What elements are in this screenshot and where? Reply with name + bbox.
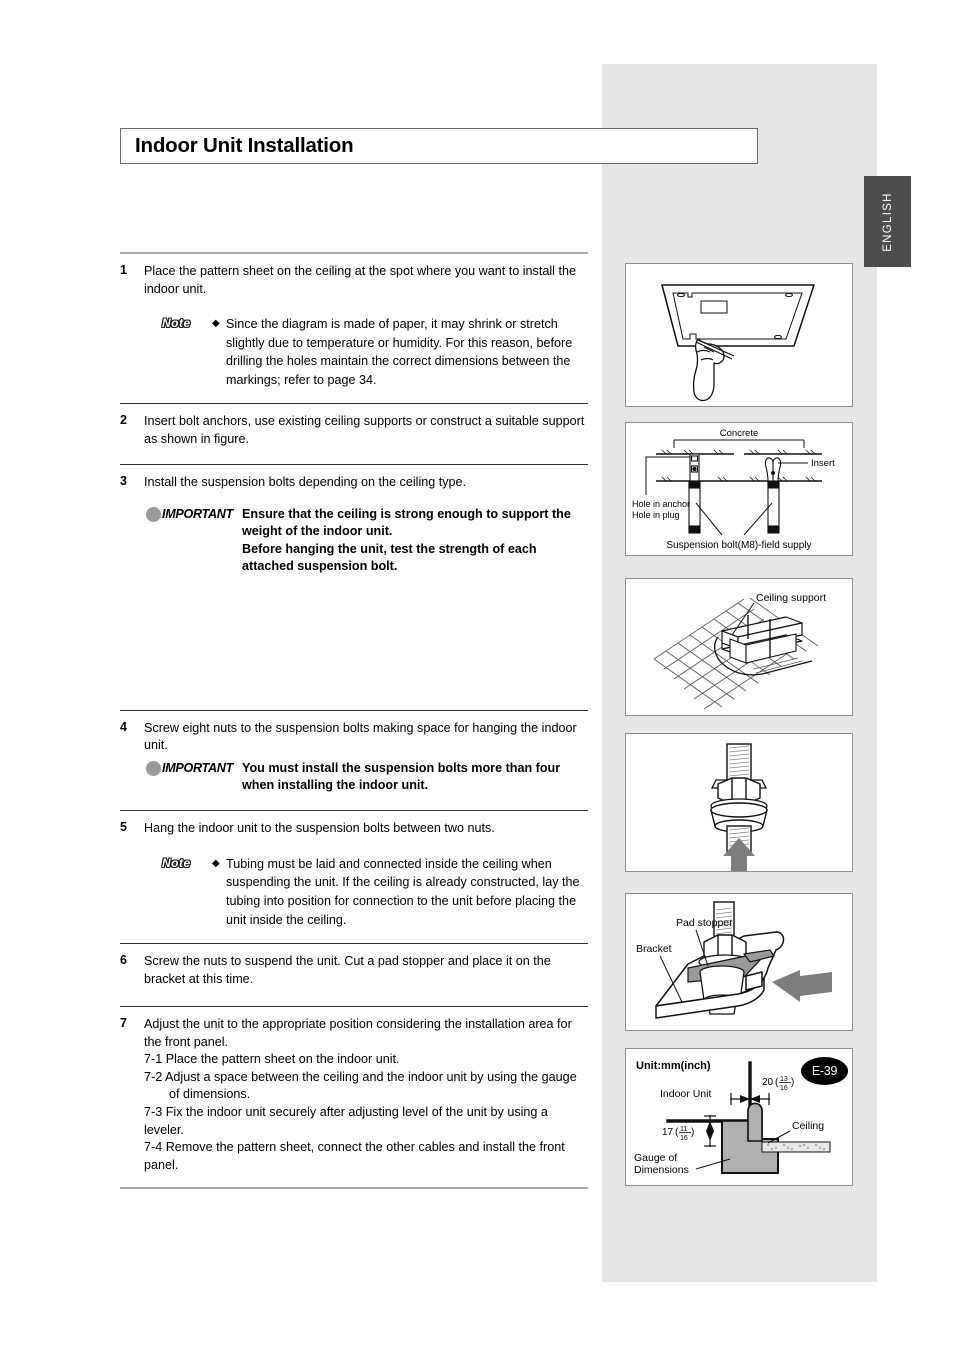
- step-6: 6 Screw the nuts to suspend the unit. Cu…: [120, 944, 588, 988]
- step-7-number: 7: [120, 1016, 127, 1031]
- step-1-note-text: Since the diagram is made of paper, it m…: [226, 317, 573, 387]
- step-2: 2 Insert bolt anchors, use existing ceil…: [120, 404, 588, 448]
- step-4: 4 Screw eight nuts to the suspension bol…: [120, 711, 588, 795]
- step-5-note: Note ◆ Tubing must be laid and connected…: [144, 855, 588, 929]
- important-circle-icon: [146, 506, 161, 522]
- language-tab-english: ENGLISH: [864, 176, 911, 267]
- svg-text:): ): [691, 1127, 694, 1138]
- figure-ceiling-support: Ceiling support: [625, 578, 853, 716]
- figure-bolt-anchor-concrete: Concrete Insert Hole in anchor Hole in p…: [625, 422, 853, 556]
- step-7: 7 Adjust the unit to the appropriate pos…: [120, 1007, 588, 1174]
- figure6-dim-left-whole: 17: [662, 1127, 674, 1138]
- step-3: 3 Install the suspension bolts depending…: [120, 465, 588, 575]
- important-circle-icon: [146, 760, 161, 776]
- figure2-label-hole-plug: Hole in plug: [632, 510, 680, 520]
- important-label: IMPORTANT: [144, 506, 233, 524]
- page-number-text: E-39: [811, 1064, 838, 1078]
- figure6-label-indoor-unit: Indoor Unit: [660, 1088, 711, 1100]
- step-5-number: 5: [120, 820, 127, 835]
- important-label-prefix: IM: [162, 506, 176, 521]
- step-7-text: Adjust the unit to the appropriate posit…: [144, 1017, 572, 1049]
- step-4-important: IMPORTANT You must install the suspensio…: [144, 760, 588, 795]
- figure6-label-gauge1: Gauge of: [634, 1152, 677, 1164]
- step-3-number: 3: [120, 474, 127, 489]
- step-3-important-text: Ensure that the ceiling is strong enough…: [242, 506, 571, 574]
- figure6-dim-left-den: 16: [680, 1135, 688, 1142]
- divider-bottom: [120, 1187, 588, 1190]
- figure6-dim-left-num: 11: [680, 1126, 687, 1133]
- step-1: 1 Place the pattern sheet on the ceiling…: [120, 254, 588, 389]
- note-bullet-icon: ◆: [212, 857, 220, 869]
- step-4-number: 4: [120, 719, 127, 734]
- figure5-label-bracket: Bracket: [636, 943, 672, 955]
- page-title: Indoor Unit Installation: [135, 134, 354, 157]
- substep-7-2: 7-2 Adjust a space between the ceiling a…: [144, 1069, 577, 1084]
- note-label: Note: [162, 316, 191, 330]
- important-label-rest: PORTANT: [175, 760, 233, 775]
- figure3-label-ceiling-support: Ceiling support: [756, 592, 826, 604]
- figure6-dim-left: 17 ( 11 16 ): [662, 1126, 694, 1142]
- step-1-number: 1: [120, 263, 127, 277]
- figure2-label-suspension-bolt: Suspension bolt(M8)-field supply: [666, 540, 811, 551]
- step-6-number: 6: [120, 953, 127, 968]
- note-bullet-icon: ◆: [212, 318, 220, 329]
- substep-7-1: 7-1 Place the pattern sheet on the indoo…: [144, 1052, 400, 1067]
- step-2-number: 2: [120, 413, 127, 428]
- svg-text:(: (: [675, 1127, 679, 1138]
- step-4-important-text: You must install the suspension bolts mo…: [242, 760, 561, 792]
- step-1-note: Note ◆ Since the diagram is made of pape…: [144, 315, 588, 389]
- step-5: 5 Hang the indoor unit to the suspension…: [120, 811, 588, 929]
- figure6-dim-top: 20 ( 13 16 ): [762, 1076, 794, 1092]
- language-tab-label: ENGLISH: [881, 191, 894, 252]
- figure6-label-unit: Unit:mm(inch): [636, 1060, 711, 1072]
- figure6-label-gauge2: Dimensions: [634, 1164, 689, 1176]
- svg-text:(: (: [775, 1077, 779, 1088]
- note-label: Note: [162, 855, 191, 870]
- step-5-note-text: Tubing must be laid and connected inside…: [226, 856, 580, 927]
- substep-7-4: 7-4 Remove the pattern sheet, connect th…: [144, 1140, 565, 1172]
- figure-nut-on-bolt: [625, 733, 853, 872]
- figure6-dim-top-den: 16: [780, 1085, 788, 1092]
- page-title-box: Indoor Unit Installation: [120, 128, 758, 164]
- step-7-substeps: 7-1 Place the pattern sheet on the indoo…: [144, 1051, 588, 1174]
- step-6-text: Screw the nuts to suspend the unit. Cut …: [144, 954, 551, 986]
- important-label: IMPORTANT: [144, 760, 233, 778]
- important-label-rest: PORTANT: [175, 506, 233, 521]
- figure5-label-pad-stopper: Pad stopper: [676, 917, 733, 929]
- instruction-list: 1 Place the pattern sheet on the ceiling…: [120, 252, 588, 1190]
- step-3-text: Install the suspension bolts depending o…: [144, 475, 467, 490]
- step-2-text: Insert bolt anchors, use existing ceilin…: [144, 414, 585, 446]
- step-4-text: Screw eight nuts to the suspension bolts…: [144, 720, 577, 753]
- figure-pad-stopper-bracket: Pad stopper Bracket: [625, 893, 853, 1031]
- important-label-prefix: IM: [162, 760, 176, 775]
- figure2-label-concrete: Concrete: [720, 428, 759, 439]
- figure2-label-hole-anchor: Hole in anchor: [632, 499, 690, 509]
- page-number-badge: E-39: [801, 1057, 848, 1085]
- substep-7-2-cont: of dimensions.: [169, 1087, 251, 1102]
- figure6-label-ceiling: Ceiling: [792, 1120, 824, 1132]
- substep-7-3: 7-3 Fix the indoor unit securely after a…: [144, 1104, 548, 1137]
- step-3-important: IMPORTANT Ensure that the ceiling is str…: [144, 506, 588, 576]
- step-1-text: Place the pattern sheet on the ceiling a…: [144, 264, 576, 296]
- figure-pattern-sheet: [625, 263, 853, 407]
- figure6-dim-top-num: 13: [780, 1076, 788, 1083]
- figure2-label-insert: Insert: [811, 458, 835, 469]
- step-5-text: Hang the indoor unit to the suspension b…: [144, 821, 495, 836]
- svg-text:): ): [791, 1077, 794, 1088]
- figure6-dim-top-whole: 20: [762, 1077, 774, 1088]
